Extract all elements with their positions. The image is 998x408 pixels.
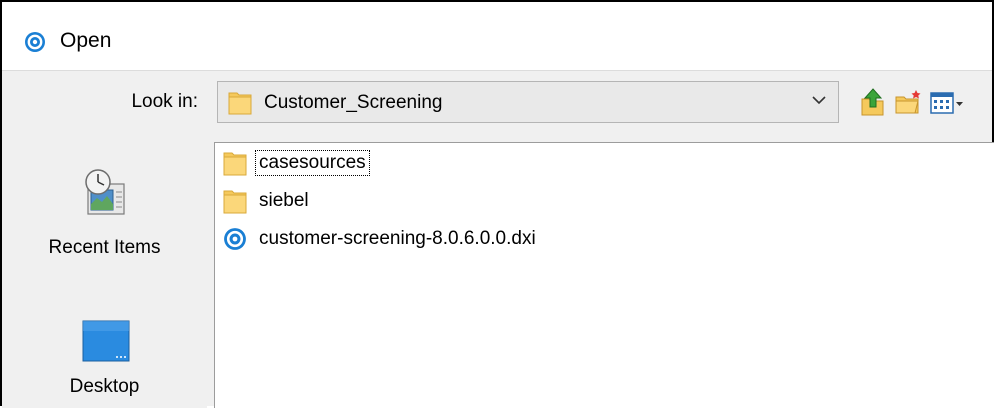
folder-icon xyxy=(221,146,249,180)
folder-icon xyxy=(221,184,249,218)
up-one-level-button[interactable] xyxy=(858,84,888,120)
window-title: Open xyxy=(60,29,112,52)
recent-items-icon xyxy=(85,169,125,215)
look-in-dropdown[interactable]: Customer_Screening xyxy=(217,81,839,123)
places-bar: Recent Items Desktop xyxy=(2,142,207,408)
file-name: casesources xyxy=(255,150,370,176)
desktop-icon xyxy=(82,320,130,362)
view-menu-icon xyxy=(930,92,963,114)
place-label-recent-items: Recent Items xyxy=(48,237,161,258)
place-label-desktop: Desktop xyxy=(69,376,140,397)
list-item-siebel[interactable]: siebel xyxy=(215,183,312,219)
view-menu-button[interactable] xyxy=(928,84,966,120)
file-name: customer-screening-8.0.6.0.0.dxi xyxy=(259,228,536,249)
app-logo-icon xyxy=(25,32,45,52)
place-desktop[interactable]: Desktop xyxy=(2,292,207,408)
up-one-level-icon xyxy=(861,88,884,116)
chevron-down-icon xyxy=(812,96,826,105)
new-folder-button[interactable] xyxy=(893,84,923,120)
title-bar: Open xyxy=(2,2,992,71)
open-dialog: Open Look in: Customer_Screening Recent … xyxy=(0,0,994,408)
dxi-file-icon xyxy=(221,222,249,256)
list-item-casesources[interactable]: casesources xyxy=(215,145,370,181)
list-item-customer-screening-dxi[interactable]: customer-screening-8.0.6.0.0.dxi xyxy=(215,221,539,257)
look-in-value: Customer_Screening xyxy=(264,92,443,113)
place-recent-items[interactable]: Recent Items xyxy=(2,142,207,282)
look-in-label: Look in: xyxy=(131,91,198,112)
new-folder-icon xyxy=(895,90,921,114)
folder-icon xyxy=(228,92,252,115)
file-list[interactable]: casesources siebel customer-screening-8.… xyxy=(214,142,994,408)
file-name: siebel xyxy=(259,190,309,211)
